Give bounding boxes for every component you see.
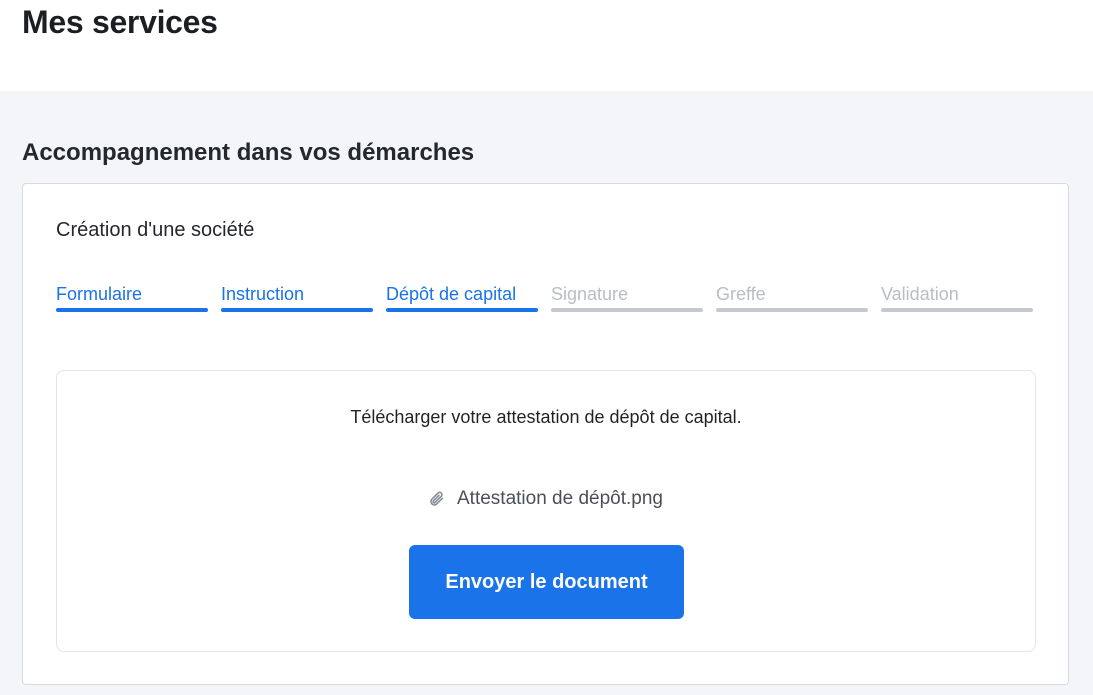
step-depot-de-capital[interactable]: Dépôt de capital [386,282,538,316]
file-name: Attestation de dépôt.png [457,488,663,509]
paperclip-icon [430,491,444,506]
service-card: Création d'une société Formulaire Instru… [22,183,1069,685]
step-progress-bar [221,308,373,312]
upload-instruction: Télécharger votre attestation de dépôt d… [350,407,742,427]
upload-panel: Télécharger votre attestation de dépôt d… [56,370,1036,652]
step-greffe[interactable]: Greffe [716,282,868,316]
step-signature[interactable]: Signature [551,282,703,316]
step-label: Dépôt de capital [386,284,517,304]
page-title: Mes services [22,4,218,40]
step-progress-bar [716,308,868,312]
step-label: Greffe [716,284,766,304]
step-label: Instruction [221,284,305,304]
step-label: Formulaire [56,284,143,304]
step-progress-bar [386,308,538,312]
card-title: Création d'une société [56,219,255,241]
step-label: Signature [551,284,629,304]
step-progress-bar [881,308,1033,312]
step-progress-bar [56,308,208,312]
send-document-button[interactable]: Envoyer le document [409,545,684,619]
progress-steps: Formulaire Instruction Dépôt de capital … [56,282,1036,316]
step-instruction[interactable]: Instruction [221,282,373,316]
step-progress-bar [551,308,703,312]
top-header: Mes services [0,0,1093,91]
step-label: Validation [881,284,959,304]
step-validation[interactable]: Validation [881,282,1033,316]
section-title: Accompagnement dans vos démarches [22,139,475,166]
content-area: Accompagnement dans vos démarches Créati… [0,91,1093,695]
attached-file[interactable]: Attestation de dépôt.png [57,488,1035,510]
step-formulaire[interactable]: Formulaire [56,282,208,316]
page: Mes services Accompagnement dans vos dém… [0,0,1093,695]
